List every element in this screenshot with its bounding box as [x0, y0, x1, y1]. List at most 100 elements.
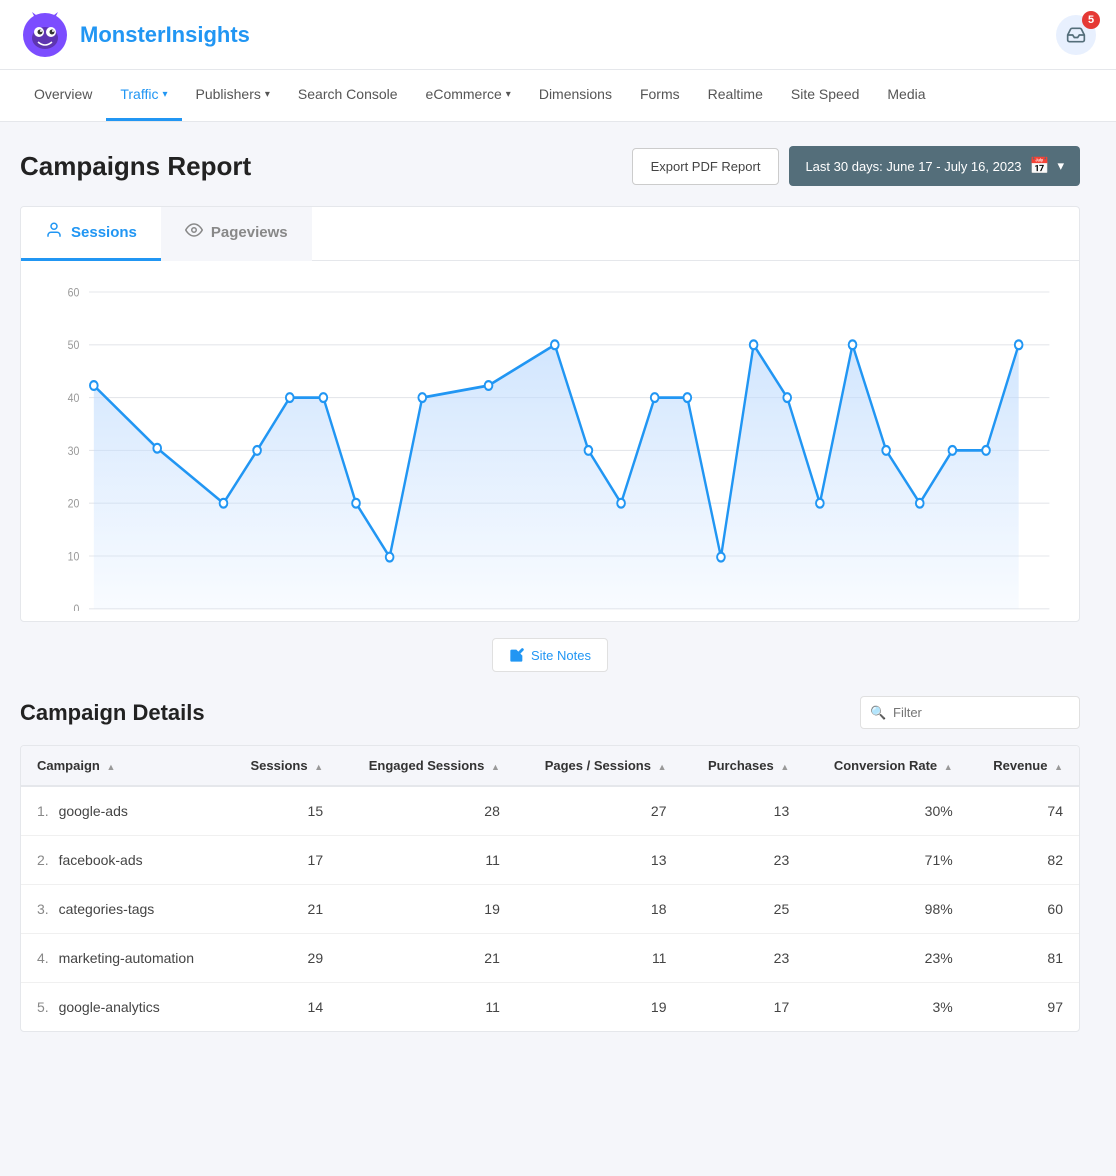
notification-button[interactable]: 5: [1056, 15, 1096, 55]
site-notes-area: Site Notes: [20, 638, 1080, 672]
cell-campaign: 2. facebook-ads: [21, 836, 226, 885]
cell-purchases: 23: [682, 934, 805, 983]
nav-item-search-console[interactable]: Search Console: [284, 70, 412, 121]
nav-item-forms[interactable]: Forms: [626, 70, 694, 121]
col-campaign: Campaign ▲: [21, 746, 226, 786]
inbox-icon: [1066, 25, 1086, 45]
campaign-name: google-ads: [59, 803, 128, 819]
filter-wrap: 🔍: [860, 696, 1080, 729]
nav-item-ecommerce[interactable]: eCommerce ▾: [412, 70, 525, 121]
table-row: 1. google-ads 15 28 27 13 30% 74: [21, 786, 1079, 836]
main-content: Campaigns Report Export PDF Report Last …: [0, 122, 1100, 1056]
cell-campaign: 1. google-ads: [21, 786, 226, 836]
cell-campaign: 3. categories-tags: [21, 885, 226, 934]
nav-item-publishers[interactable]: Publishers ▾: [182, 70, 284, 121]
row-number: 3.: [37, 901, 49, 917]
section-title: Campaign Details: [20, 700, 205, 726]
cell-engaged: 21: [339, 934, 516, 983]
sort-purchases-icon[interactable]: ▲: [780, 762, 789, 772]
campaign-table: Campaign ▲ Sessions ▲ Engaged Sessions ▲…: [20, 745, 1080, 1032]
sort-sessions-icon[interactable]: ▲: [314, 762, 323, 772]
cell-pages: 18: [516, 885, 683, 934]
pencil-icon: [509, 647, 525, 663]
main-nav: Overview Traffic ▾ Publishers ▾ Search C…: [0, 70, 1116, 122]
cell-revenue: 60: [969, 885, 1079, 934]
site-notes-button[interactable]: Site Notes: [492, 638, 608, 672]
sort-revenue-icon[interactable]: ▲: [1054, 762, 1063, 772]
table-head: Campaign ▲ Sessions ▲ Engaged Sessions ▲…: [21, 746, 1079, 786]
svg-text:60: 60: [68, 287, 80, 300]
svg-text:0: 0: [74, 604, 80, 611]
filter-input[interactable]: [860, 696, 1080, 729]
col-conversion: Conversion Rate ▲: [805, 746, 968, 786]
tab-sessions[interactable]: Sessions: [21, 207, 161, 261]
logo-text: MonsterInsights: [80, 22, 250, 48]
daterange-chevron-icon: ▾: [1057, 158, 1064, 174]
logo-area: MonsterInsights: [20, 10, 250, 60]
cell-pages: 19: [516, 983, 683, 1032]
report-actions: Export PDF Report Last 30 days: June 17 …: [632, 146, 1080, 186]
tab-pageviews[interactable]: Pageviews: [161, 207, 312, 261]
sort-pages-icon[interactable]: ▲: [658, 762, 667, 772]
svg-text:10: 10: [68, 551, 80, 564]
traffic-chevron: ▾: [162, 89, 167, 100]
sort-conversion-icon[interactable]: ▲: [944, 762, 953, 772]
sort-engaged-icon[interactable]: ▲: [491, 762, 500, 772]
nav-item-site-speed[interactable]: Site Speed: [777, 70, 874, 121]
cell-pages: 11: [516, 934, 683, 983]
campaign-name: google-analytics: [59, 999, 160, 1015]
cell-pages: 27: [516, 786, 683, 836]
cell-conversion: 98%: [805, 885, 968, 934]
row-number: 5.: [37, 999, 49, 1015]
table-row: 2. facebook-ads 17 11 13 23 71% 82: [21, 836, 1079, 885]
cell-engaged: 19: [339, 885, 516, 934]
nav-item-dimensions[interactable]: Dimensions: [525, 70, 626, 121]
cell-purchases: 17: [682, 983, 805, 1032]
export-pdf-button[interactable]: Export PDF Report: [632, 148, 780, 185]
cell-revenue: 97: [969, 983, 1079, 1032]
cell-sessions: 15: [226, 786, 339, 836]
cell-campaign: 4. marketing-automation: [21, 934, 226, 983]
filter-search-icon: 🔍: [870, 705, 886, 721]
campaign-name: marketing-automation: [59, 950, 194, 966]
publishers-chevron: ▾: [265, 89, 270, 100]
cell-sessions: 17: [226, 836, 339, 885]
cell-purchases: 25: [682, 885, 805, 934]
col-engaged: Engaged Sessions ▲: [339, 746, 516, 786]
svg-text:20: 20: [68, 498, 80, 511]
logo-blue-text: Insights: [166, 22, 250, 47]
eye-icon: [185, 221, 203, 244]
page-title: Campaigns Report: [20, 151, 251, 182]
cell-engaged: 28: [339, 786, 516, 836]
campaign-name: facebook-ads: [59, 852, 143, 868]
svg-text:50: 50: [68, 340, 80, 353]
nav-item-traffic[interactable]: Traffic ▾: [106, 70, 181, 121]
date-range-button[interactable]: Last 30 days: June 17 - July 16, 2023 📅 …: [789, 146, 1080, 186]
cell-revenue: 81: [969, 934, 1079, 983]
nav-item-media[interactable]: Media: [873, 70, 939, 121]
cell-sessions: 29: [226, 934, 339, 983]
cell-revenue: 74: [969, 786, 1079, 836]
row-number: 1.: [37, 803, 49, 819]
col-pages: Pages / Sessions ▲: [516, 746, 683, 786]
cell-engaged: 11: [339, 983, 516, 1032]
person-icon: [45, 221, 63, 244]
sort-campaign-icon[interactable]: ▲: [106, 762, 115, 772]
section-header: Campaign Details 🔍: [20, 696, 1080, 729]
logo-black-text: Monster: [80, 22, 166, 47]
table-row: 3. categories-tags 21 19 18 25 98% 60: [21, 885, 1079, 934]
cell-sessions: 14: [226, 983, 339, 1032]
chart-tabs: Sessions Pageviews: [21, 207, 1079, 261]
cell-conversion: 30%: [805, 786, 968, 836]
cell-engaged: 11: [339, 836, 516, 885]
calendar-icon: 📅: [1030, 156, 1050, 176]
nav-item-realtime[interactable]: Realtime: [694, 70, 777, 121]
chart-container: Sessions Pageviews: [20, 206, 1080, 622]
chart-body: 60 50 40 30 20 10 0: [21, 261, 1079, 621]
data-table: Campaign ▲ Sessions ▲ Engaged Sessions ▲…: [21, 746, 1079, 1031]
col-purchases: Purchases ▲: [682, 746, 805, 786]
nav-item-overview[interactable]: Overview: [20, 70, 106, 121]
logo-icon: [20, 10, 70, 60]
cell-pages: 13: [516, 836, 683, 885]
cell-conversion: 3%: [805, 983, 968, 1032]
